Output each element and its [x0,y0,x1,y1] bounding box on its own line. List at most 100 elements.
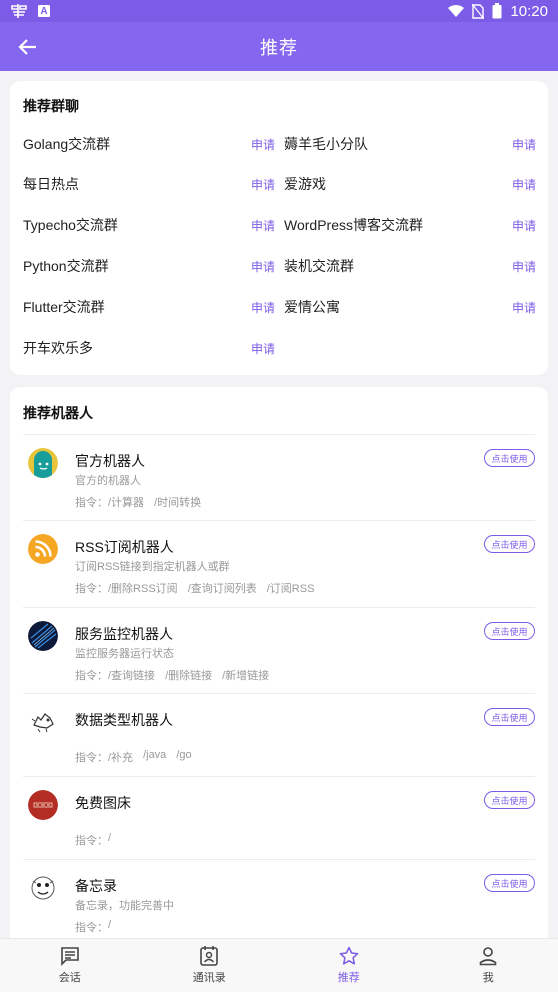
person-icon [479,947,497,966]
groups-section-title: 推荐群聊 [23,98,79,114]
status-bar: A 10:20 [0,0,558,22]
bot-command: / [108,832,112,844]
use-bot-button[interactable]: 点击使用 [484,535,535,553]
apply-button[interactable]: 申请 [251,176,275,193]
bot-name: 数据类型机器人 [75,712,173,728]
group-item: WordPress博客交流群 申请 [284,210,536,240]
bot-row[interactable]: 数据类型机器人 指令： /补充 /java /go 点击使用 [23,693,535,776]
group-name: WordPress博客交流群 [284,217,423,233]
bot-name: RSS订阅机器人 [75,539,174,555]
bot-desc: 官方的机器人 [75,475,141,487]
apply-button[interactable]: 申请 [251,299,275,316]
bot-command: /删除RSS订阅 [108,583,178,595]
bot-command: /查询订阅列表 [187,583,257,595]
back-arrow-icon [18,39,36,55]
apply-button[interactable]: 申请 [512,217,536,234]
memo-avatar-icon [28,873,58,903]
bot-commands: 指令： /计算器 /时间转换 [75,494,211,510]
nav-item-contacts[interactable]: 通讯录 [140,939,280,992]
nav-label: 推荐 [337,972,360,984]
bot-row[interactable]: 服务监控机器人 监控服务器运行状态 指令： /查询链接 /删除链接 /新增链接 … [23,607,535,693]
bot-command: /补充 [108,752,134,764]
bot-row[interactable]: 免费图床 指令： / 点击使用 [23,776,535,859]
group-name: Python交流群 [23,258,109,274]
monitor-avatar-icon [28,621,58,651]
use-bot-button[interactable]: 点击使用 [484,874,535,892]
bot-command: /新增链接 [222,670,270,682]
group-item: Python交流群 申请 [23,251,275,281]
bot-command: /go [176,749,192,761]
apply-button[interactable]: 申请 [512,176,536,193]
rss-icon [28,534,58,564]
contacts-icon [200,946,219,966]
nav-item-me[interactable]: 我 [419,939,558,992]
apply-button[interactable]: 申请 [251,136,275,153]
cmd-prefix: 指令： [75,835,108,847]
nav-label: 我 [482,972,494,984]
group-name: 薅羊毛小分队 [284,136,368,152]
group-item: 装机交流群 申请 [284,251,536,281]
bot-command: /时间转换 [154,497,202,509]
use-bot-button[interactable]: 点击使用 [484,708,535,726]
apply-button[interactable]: 申请 [512,136,536,153]
nav-label: 通讯录 [192,972,226,984]
bot-commands: 指令： / [75,919,121,935]
bot-desc: 备忘录，功能完善中 [75,900,174,912]
bot-row[interactable]: RSS订阅机器人 订阅RSS链接到指定机器人或群 指令： /删除RSS订阅 /查… [23,520,535,607]
group-item: Flutter交流群 申请 [23,292,275,322]
bot-row[interactable]: 官方机器人 官方的机器人 指令： /计算器 /时间转换 点击使用 [23,434,535,520]
cmd-prefix: 指令： [75,497,108,509]
group-name: Flutter交流群 [23,299,105,315]
group-name: 爱游戏 [284,176,326,192]
bot-row[interactable]: 备忘录 备忘录，功能完善中 指令： / 点击使用 [23,859,535,947]
bot-command: /查询链接 [108,670,156,682]
recommended-groups-card: 推荐群聊 Golang交流群 申请 薅羊毛小分队 申请 每日热点 申请 爱游戏 … [10,81,548,375]
group-item: Golang交流群 申请 [23,129,275,159]
bot-commands: 指令： / [75,832,121,848]
star-icon [339,946,359,965]
status-time: 10:20 [510,2,548,20]
bot-name: 服务监控机器人 [75,626,173,642]
use-bot-button[interactable]: 点击使用 [484,622,535,640]
apply-button[interactable]: 申请 [251,217,275,234]
bot-commands: 指令： /补充 /java /go [75,749,202,765]
apply-button[interactable]: 申请 [512,299,536,316]
group-name: 每日热点 [23,176,79,192]
group-item: 爱情公寓 申请 [284,292,536,322]
sketch-avatar-icon [28,707,58,737]
group-name: 装机交流群 [284,258,354,274]
bot-command: /删除链接 [165,670,213,682]
back-button[interactable] [8,28,46,66]
page-title: 推荐 [260,37,298,58]
nav-item-chats[interactable]: 会话 [0,939,140,992]
app-notification-icon [11,4,27,18]
apply-button[interactable]: 申请 [251,258,275,275]
group-item: 爱游戏 申请 [284,169,536,199]
bot-name: 备忘录 [75,878,117,894]
bot-command: /订阅RSS [266,583,315,595]
app-bar: 推荐 [0,22,558,71]
bot-commands: 指令： /删除RSS订阅 /查询订阅列表 /订阅RSS [75,580,324,596]
group-item: 薅羊毛小分队 申请 [284,129,536,159]
cmd-prefix: 指令： [75,583,108,595]
image-host-avatar-icon [28,790,58,820]
group-name: 爱情公寓 [284,299,340,315]
group-name: Golang交流群 [23,136,111,152]
bot-command: /java [143,749,167,761]
group-name: Typecho交流群 [23,217,118,233]
recommended-bots-card: 推荐机器人 官方机器人 官方的机器人 指令： /计算器 /时间转换 点击使用 R… [10,387,548,947]
battery-icon [492,3,502,19]
cmd-prefix: 指令： [75,922,108,934]
chat-icon [60,947,79,966]
use-bot-button[interactable]: 点击使用 [484,449,535,467]
apply-button[interactable]: 申请 [512,258,536,275]
cmd-prefix: 指令： [75,752,108,764]
apply-button[interactable]: 申请 [251,340,275,357]
wifi-icon [448,4,465,18]
use-bot-button[interactable]: 点击使用 [484,791,535,809]
no-sim-icon [472,3,485,19]
bottom-nav: 会话 通讯录 推荐 我 [0,938,558,992]
cmd-prefix: 指令： [75,670,108,682]
nav-item-recommend[interactable]: 推荐 [279,939,419,992]
bot-command: /计算器 [108,497,145,509]
